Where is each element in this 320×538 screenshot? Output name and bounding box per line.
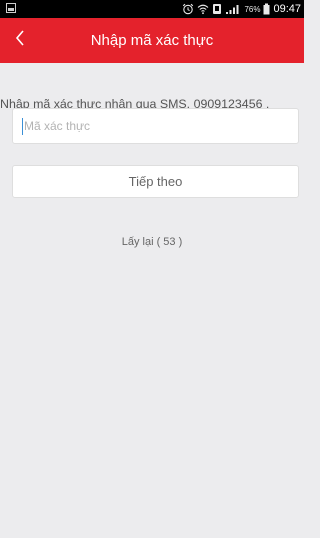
status-bar: 76% 09:47 — [0, 0, 304, 18]
verification-code-input[interactable] — [24, 109, 284, 143]
verification-screen: 76% 09:47 Nhập mã xác thực Nhập mã xác t… — [0, 0, 304, 538]
gallery-notification-icon — [6, 3, 16, 13]
text-caret — [22, 118, 23, 135]
verification-code-field[interactable] — [12, 108, 299, 144]
sim-card-icon — [212, 3, 222, 15]
alarm-icon — [182, 3, 194, 15]
signal-icon — [225, 3, 241, 15]
status-indicators: 76% 09:47 — [182, 0, 301, 18]
status-time: 09:47 — [273, 3, 301, 15]
chevron-left-icon — [14, 29, 26, 52]
page-title: Nhập mã xác thực — [90, 32, 214, 49]
back-button[interactable] — [0, 18, 40, 63]
resend-countdown[interactable]: Lấy lại ( 53 ) — [0, 236, 304, 248]
battery-percent: 76% — [244, 4, 261, 14]
next-button[interactable]: Tiếp theo — [12, 165, 299, 198]
wifi-icon — [197, 3, 209, 15]
battery-icon — [263, 3, 270, 15]
title-bar: Nhập mã xác thực — [0, 18, 304, 63]
